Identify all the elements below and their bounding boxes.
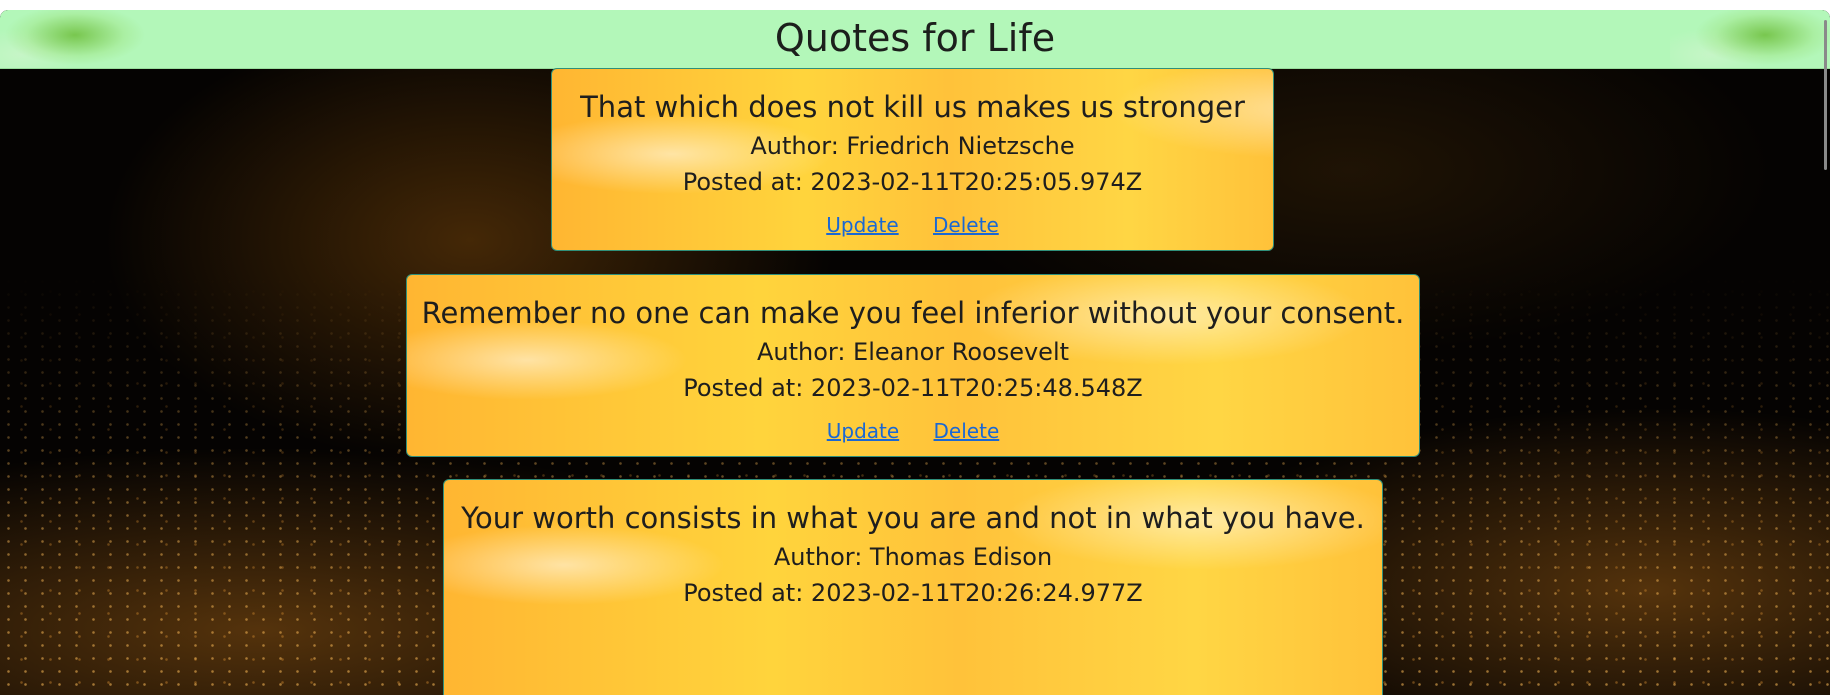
quote-text: That which does not kill us makes us str… [580, 90, 1245, 124]
quote-author: Author: Eleanor Roosevelt [756, 338, 1070, 366]
page-title: Quotes for Life [774, 16, 1056, 60]
quote-posted-at: Posted at: 2023-02-11T20:25:05.974Z [682, 168, 1143, 196]
quote-card: Remember no one can make you feel inferi… [406, 274, 1420, 457]
quote-posted-at: Posted at: 2023-02-11T20:25:48.548Z [683, 374, 1143, 402]
delete-link[interactable]: Delete [933, 213, 999, 237]
update-link[interactable]: Update [827, 419, 899, 443]
quote-actions: Update Delete [552, 213, 1273, 237]
quote-author: Author: Thomas Edison [773, 543, 1053, 571]
quote-text: Your worth consists in what you are and … [461, 501, 1365, 535]
quote-card: Your worth consists in what you are and … [443, 479, 1383, 695]
site-header: Quotes for Life [0, 10, 1830, 69]
quote-author: Author: Friedrich Nietzsche [750, 132, 1075, 160]
page-viewport: Quotes for Life That which does not kill… [0, 10, 1830, 695]
scrollbar-thumb[interactable] [1824, 20, 1827, 170]
delete-link[interactable]: Delete [934, 419, 1000, 443]
quote-text: Remember no one can make you feel inferi… [421, 296, 1405, 330]
quote-posted-at: Posted at: 2023-02-11T20:26:24.977Z [683, 579, 1143, 607]
update-link[interactable]: Update [826, 213, 898, 237]
quote-card: That which does not kill us makes us str… [551, 68, 1274, 251]
page-scrollbar[interactable] [1818, 10, 1830, 695]
quote-actions: Update Delete [407, 419, 1419, 443]
